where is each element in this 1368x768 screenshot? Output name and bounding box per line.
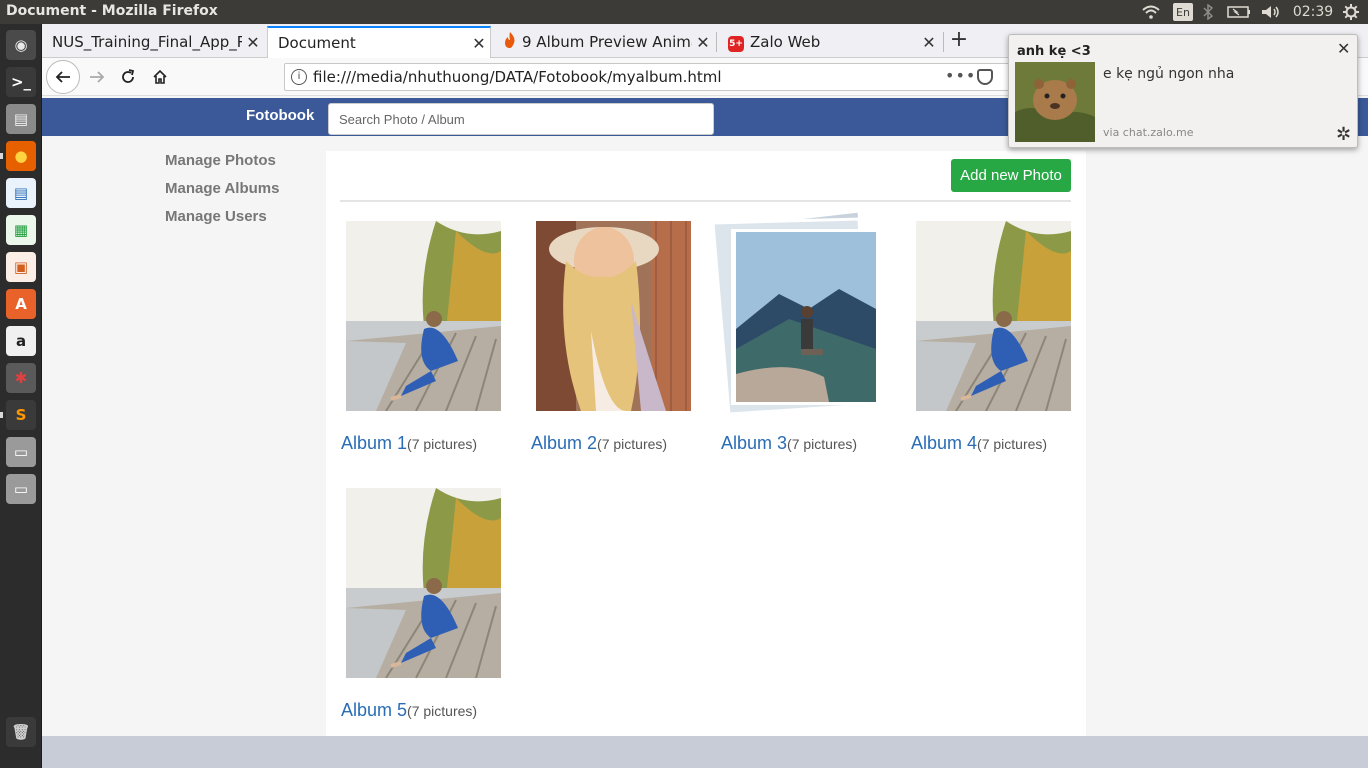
volume-icon[interactable]	[1260, 0, 1282, 24]
close-icon[interactable]: ✕	[468, 34, 490, 53]
sender-avatar	[1015, 62, 1095, 142]
flame-icon	[504, 32, 522, 52]
tab-label: 9 Album Preview Animat	[522, 33, 692, 51]
page-actions-icon[interactable]: •••	[945, 66, 976, 85]
album-thumbnail-stack[interactable]	[709, 209, 899, 423]
system-tools-icon[interactable]: ✱	[6, 363, 36, 393]
side-menu: Manage Photos Manage Albums Manage Users	[165, 152, 279, 236]
notification-message: e kẹ ngủ ngon nha	[1103, 66, 1235, 82]
running-indicator	[0, 412, 3, 418]
forward-arrow-icon	[90, 71, 105, 83]
home-icon	[153, 69, 167, 84]
menu-manage-users[interactable]: Manage Users	[165, 208, 279, 236]
album-title[interactable]: Album 4(7 pictures)	[911, 433, 1047, 454]
tab-separator	[716, 32, 717, 52]
album-count: (7 pictures)	[787, 436, 858, 452]
zalo-icon: 5+	[728, 32, 750, 52]
tab-separator	[943, 32, 944, 52]
menu-manage-photos[interactable]: Manage Photos	[165, 152, 279, 180]
tab-nus-training[interactable]: NUS_Training_Final_App_R ✕	[42, 26, 264, 58]
battery-icon[interactable]	[1226, 0, 1252, 24]
terminal-icon[interactable]: >_	[6, 67, 36, 97]
top-panel: Document - Mozilla Firefox En 02:39	[0, 0, 1368, 24]
album-thumbnail[interactable]	[536, 221, 691, 411]
url-bar[interactable]: i file:///media/nhuthuong/DATA/Fotobook/…	[284, 63, 1014, 91]
tab-label: Document	[278, 34, 356, 52]
brand-logo[interactable]: Fotobook	[246, 107, 314, 124]
album-thumbnail[interactable]	[916, 221, 1071, 411]
back-button[interactable]	[46, 60, 80, 94]
add-new-photo-button[interactable]: Add new Photo	[951, 159, 1071, 192]
back-arrow-icon	[55, 71, 70, 83]
album-count: (7 pictures)	[407, 703, 478, 719]
clock[interactable]: 02:39	[1290, 0, 1336, 24]
amazon-icon[interactable]: a	[6, 326, 36, 356]
album-title[interactable]: Album 3(7 pictures)	[721, 433, 857, 454]
libreoffice-writer-icon[interactable]: ▤	[6, 178, 36, 208]
album-name[interactable]: Album 2	[531, 433, 597, 453]
trash-icon[interactable]: 🗑	[6, 717, 36, 747]
gear-icon[interactable]: ✲	[1336, 124, 1351, 145]
album-name[interactable]: Album 4	[911, 433, 977, 453]
libreoffice-calc-icon[interactable]: ▦	[6, 215, 36, 245]
album-count: (7 pictures)	[977, 436, 1048, 452]
divider	[340, 200, 1071, 202]
album-title[interactable]: Album 5(7 pictures)	[341, 700, 477, 721]
album-panel: Add new Photo Album 1(7 pictures) Album …	[326, 151, 1086, 751]
close-icon[interactable]: ✕	[1337, 39, 1350, 58]
notification-popup[interactable]: anh kẹ <3 ✕ e kẹ ngủ ngon nha via chat.z…	[1008, 34, 1358, 148]
bluetooth-icon[interactable]	[1200, 0, 1216, 24]
album-title[interactable]: Album 2(7 pictures)	[531, 433, 667, 454]
firefox-icon[interactable]: ●	[6, 141, 36, 171]
album-count: (7 pictures)	[597, 436, 668, 452]
tab-label: Zalo Web	[750, 33, 821, 51]
file-manager-icon[interactable]: ▤	[6, 104, 36, 134]
forward-button[interactable]	[82, 62, 112, 92]
url-text[interactable]: file:///media/nhuthuong/DATA/Fotobook/my…	[313, 68, 722, 86]
album-count: (7 pictures)	[407, 436, 478, 452]
album-name[interactable]: Album 1	[341, 433, 407, 453]
page-footer	[42, 736, 1368, 768]
home-button[interactable]	[145, 62, 175, 92]
launcher: ◉ >_ ▤ ● ▤ ▦ ▣ Aa ✱ S ▭ ▭ 🗑	[0, 24, 42, 768]
album-thumbnail[interactable]	[346, 221, 501, 411]
reload-icon	[122, 69, 135, 83]
album-thumbnail[interactable]	[346, 488, 501, 678]
notification-title: anh kẹ <3	[1017, 44, 1091, 59]
drive-icon-2[interactable]: ▭	[6, 474, 36, 504]
pocket-icon[interactable]	[977, 69, 993, 85]
search-input[interactable]: Search Photo / Album	[328, 103, 714, 135]
system-settings-icon[interactable]	[1340, 0, 1362, 24]
tab-label: NUS_Training_Final_App_R	[52, 33, 242, 51]
album-title[interactable]: Album 1(7 pictures)	[341, 433, 477, 454]
tab-zalo-web[interactable]: 5+ Zalo Web ✕	[718, 26, 940, 58]
notification-source: via chat.zalo.me	[1103, 126, 1194, 139]
close-icon[interactable]: ✕	[918, 33, 940, 52]
keyboard-layout-icon[interactable]: En	[1173, 3, 1193, 21]
web-page: Fotobook Search Photo / Album Manage Pho…	[42, 96, 1368, 768]
info-icon[interactable]: i	[291, 69, 307, 85]
album-name[interactable]: Album 3	[721, 433, 787, 453]
close-icon[interactable]: ✕	[242, 33, 264, 52]
software-center-icon[interactable]: A	[6, 289, 36, 319]
window-title: Document - Mozilla Firefox	[6, 3, 218, 19]
ubuntu-dash-icon[interactable]: ◉	[6, 30, 36, 60]
running-indicator	[0, 153, 3, 159]
tab-album-preview[interactable]: 9 Album Preview Animat ✕	[494, 26, 714, 58]
new-tab-button[interactable]: +	[946, 26, 972, 56]
libreoffice-impress-icon[interactable]: ▣	[6, 252, 36, 282]
album-name[interactable]: Album 5	[341, 700, 407, 720]
menu-manage-albums[interactable]: Manage Albums	[165, 180, 279, 208]
reload-button[interactable]	[113, 62, 143, 92]
wifi-icon[interactable]	[1140, 0, 1162, 24]
tab-document[interactable]: Document ✕	[267, 26, 491, 58]
sublime-text-icon[interactable]: S	[6, 400, 36, 430]
close-icon[interactable]: ✕	[692, 33, 714, 52]
drive-icon[interactable]: ▭	[6, 437, 36, 467]
